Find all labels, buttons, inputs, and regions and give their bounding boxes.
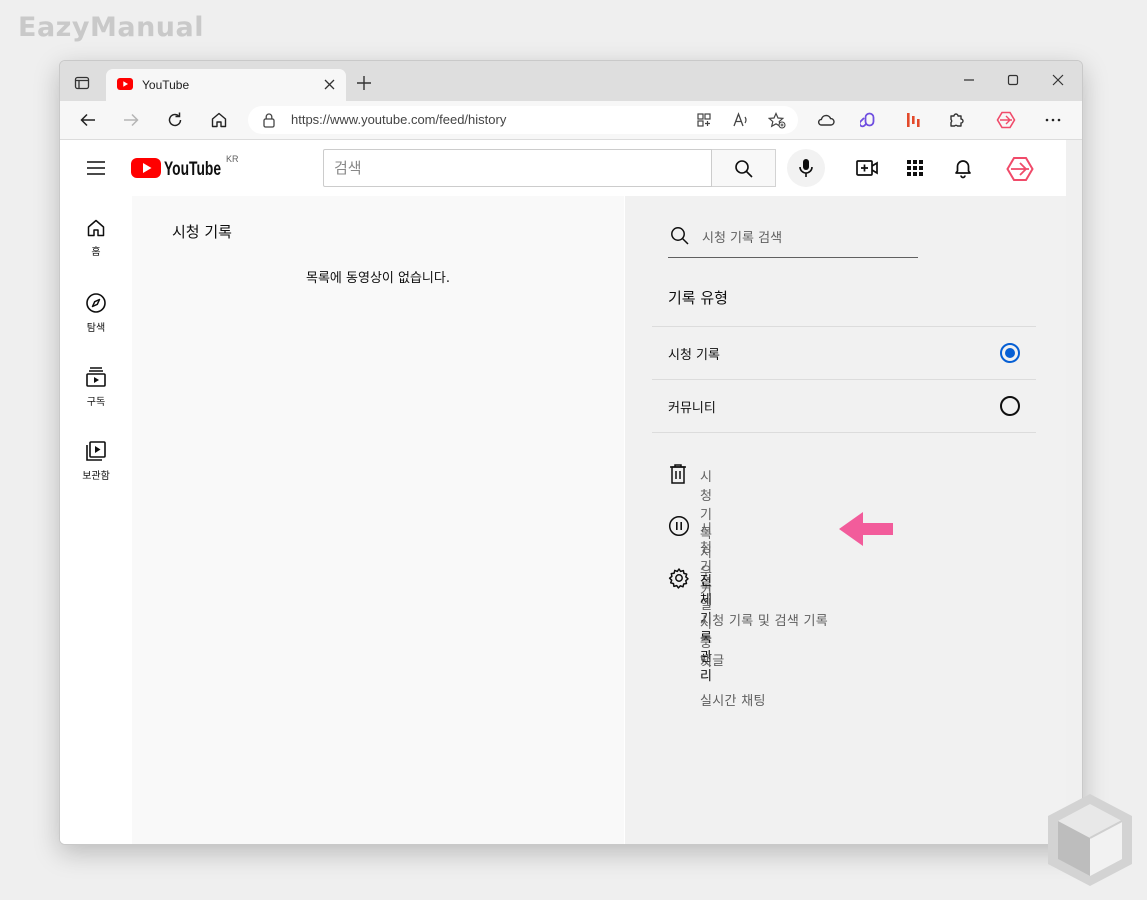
forward-icon — [124, 113, 139, 127]
history-type-community[interactable]: 커뮤니티 — [652, 380, 1036, 432]
trash-icon — [670, 464, 686, 484]
annotation-arrow-icon — [839, 512, 893, 546]
youtube-page: YouTube KR 홈 탐색 — [60, 140, 1066, 844]
page-title: 시청 기록 — [172, 223, 232, 241]
guide-label-explore: 탐색 — [86, 323, 106, 334]
avatar[interactable] — [1006, 156, 1034, 182]
home-icon — [87, 219, 105, 237]
history-search-input[interactable] — [700, 226, 914, 250]
gear-icon — [668, 568, 689, 589]
history-type-community-label: 커뮤니티 — [668, 401, 716, 416]
watermark: EazyManual — [18, 12, 204, 43]
search-input[interactable] — [332, 150, 696, 186]
app-available-icon[interactable] — [696, 112, 712, 128]
guide-item-explore[interactable]: 탐색 — [60, 292, 132, 352]
guide-label-subscriptions: 구독 — [86, 397, 106, 408]
country-code: KR — [226, 154, 239, 164]
link-live-chat[interactable]: 실시간 채팅 — [700, 690, 766, 709]
history-type-title: 기록 유형 — [668, 289, 728, 307]
browser-window: YouTube https://www.youtube.com/feed/his… — [59, 60, 1083, 845]
divider — [652, 432, 1036, 433]
radio-watch-history[interactable] — [1000, 343, 1020, 363]
notifications-bell-icon[interactable] — [951, 156, 975, 180]
browser-tab[interactable]: YouTube — [106, 69, 346, 101]
profile-icon[interactable] — [996, 111, 1016, 129]
lock-icon[interactable] — [262, 112, 276, 128]
search-button[interactable] — [712, 149, 776, 187]
youtube-logo[interactable]: YouTube — [131, 157, 223, 179]
link-watch-search-history[interactable]: 시청 기록 및 검색 기록 — [700, 610, 828, 629]
history-content: 시청 기록 목록에 동영상이 없습니다. — [132, 196, 624, 844]
guide-item-subscriptions[interactable]: 구독 — [60, 366, 132, 426]
close-window-icon[interactable] — [1051, 73, 1065, 87]
library-icon — [86, 441, 106, 461]
history-search[interactable] — [668, 221, 918, 258]
search-icon — [735, 160, 753, 178]
youtube-favicon-icon — [117, 78, 133, 90]
hamburger-menu-icon[interactable] — [86, 159, 106, 177]
extension-link-icon[interactable] — [860, 111, 878, 129]
back-icon[interactable] — [79, 111, 97, 129]
guide-label-home: 홈 — [91, 247, 101, 258]
subscriptions-icon — [86, 367, 106, 387]
refresh-icon[interactable] — [166, 111, 184, 129]
radio-community[interactable] — [1000, 396, 1020, 416]
explore-icon — [86, 293, 106, 313]
microphone-icon — [799, 159, 813, 177]
guide-item-library[interactable]: 보관함 — [60, 440, 132, 500]
home-icon[interactable] — [210, 111, 228, 129]
masthead: YouTube KR — [60, 140, 1066, 196]
search-box[interactable] — [323, 149, 712, 187]
more-menu-icon[interactable] — [1044, 111, 1062, 129]
search-icon — [671, 227, 689, 245]
url-text[interactable]: https://www.youtube.com/feed/history — [291, 112, 506, 127]
svg-text:YouTube: YouTube — [164, 159, 221, 179]
maximize-icon[interactable] — [1006, 73, 1020, 87]
guide-sidebar: 홈 탐색 구독 보관함 — [60, 196, 132, 844]
watermark-cube-icon — [1048, 794, 1132, 886]
tab-strip: YouTube — [60, 61, 1082, 101]
address-bar[interactable]: https://www.youtube.com/feed/history — [248, 106, 798, 134]
tab-actions-icon[interactable] — [74, 75, 90, 91]
extensions-puzzle-icon[interactable] — [948, 111, 966, 129]
history-type-watch[interactable]: 시청 기록 — [652, 327, 1036, 379]
minimize-icon[interactable] — [962, 73, 976, 87]
extension-bars-icon[interactable] — [904, 111, 922, 129]
link-comments[interactable]: 댓글 — [700, 650, 725, 669]
voice-search-button[interactable] — [787, 149, 825, 187]
favorites-icon[interactable] — [768, 112, 786, 129]
guide-label-library: 보관함 — [82, 471, 110, 482]
create-video-icon[interactable] — [855, 156, 879, 180]
history-side-panel: 기록 유형 시청 기록 커뮤니티 시청 기록 지우기 시청 기록 일시중지 — [625, 196, 1066, 844]
new-tab-icon[interactable] — [356, 75, 372, 91]
cloud-icon[interactable] — [816, 111, 836, 129]
read-aloud-icon[interactable] — [732, 112, 750, 128]
scrollbar[interactable] — [1066, 140, 1082, 844]
browser-toolbar: https://www.youtube.com/feed/history — [60, 101, 1082, 140]
tab-title: YouTube — [142, 78, 190, 92]
pause-circle-icon — [668, 515, 690, 537]
empty-message: 목록에 동영상이 없습니다. — [306, 271, 450, 286]
apps-grid-icon[interactable] — [903, 156, 927, 180]
history-type-watch-label: 시청 기록 — [668, 348, 720, 363]
close-tab-icon[interactable] — [323, 78, 336, 91]
guide-item-home[interactable]: 홈 — [60, 218, 132, 278]
